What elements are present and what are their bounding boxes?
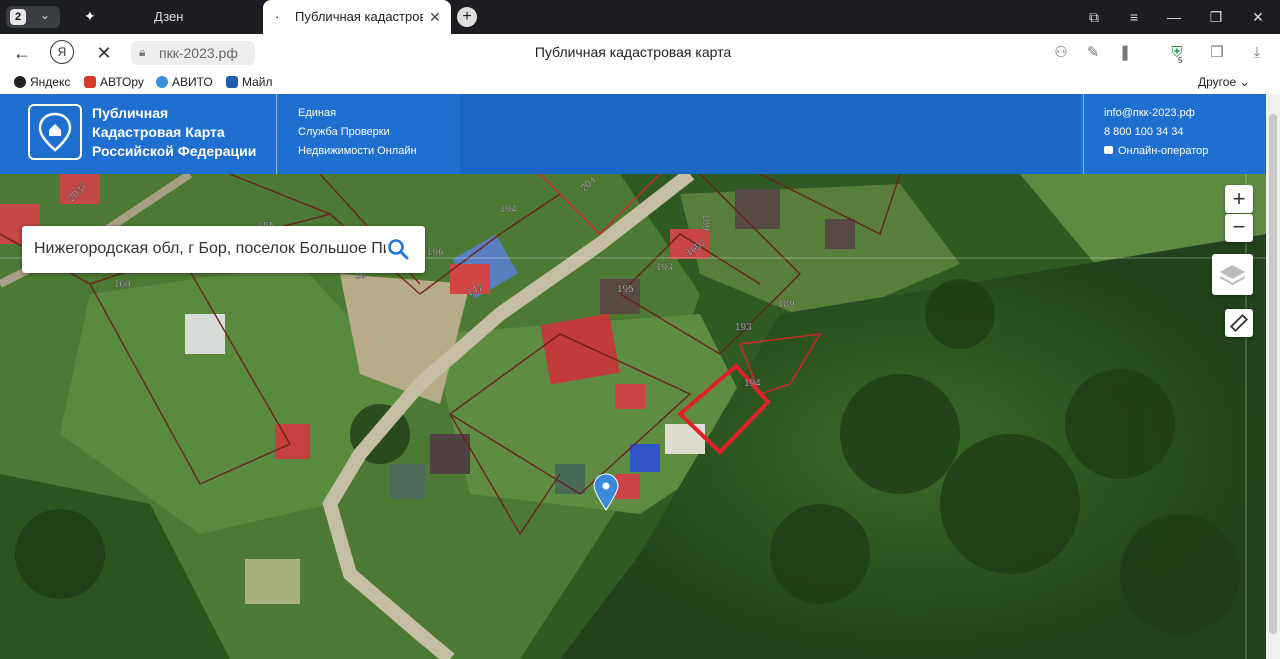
- tab-dzen[interactable]: Дзен: [70, 0, 260, 34]
- parcel-label: 189: [700, 214, 711, 231]
- close-window-button[interactable]: ✕: [1238, 0, 1278, 34]
- menu-icon[interactable]: ≡: [1114, 0, 1154, 34]
- bookmark-mail[interactable]: Майл: [226, 75, 273, 89]
- header-contacts: info@пкк-2023.рф 8 800 100 34 34 Онлайн-…: [1104, 104, 1208, 161]
- bookmark-avito[interactable]: АВИТО: [156, 75, 213, 89]
- search-input[interactable]: Нижегородская обл, г Бор, поселок Большо…: [34, 240, 386, 258]
- parcel-label: 196: [427, 247, 444, 258]
- address-search-box[interactable]: Нижегородская обл, г Бор, поселок Большо…: [22, 226, 425, 273]
- parcel-label: 194: [744, 378, 761, 389]
- protect-shield-icon[interactable]: ⛨ 5: [1166, 43, 1188, 65]
- scrollbar-thumb[interactable]: [1269, 114, 1277, 634]
- online-operator-link[interactable]: Онлайн-оператор: [1104, 142, 1208, 161]
- tabs-collection-icon[interactable]: ⧉: [1074, 0, 1114, 34]
- layers-button[interactable]: [1212, 254, 1253, 295]
- page-title: Публичная кадастровая карта: [534, 44, 732, 60]
- search-icon[interactable]: [386, 237, 410, 261]
- avito-icon: [156, 76, 168, 88]
- contact-email[interactable]: info@пкк-2023.рф: [1104, 104, 1208, 123]
- layers-icon: [1219, 265, 1246, 286]
- tab-label: Публичная кадастровая карта: [295, 9, 423, 24]
- close-tab-icon[interactable]: ✕: [429, 0, 441, 34]
- reader-icon[interactable]: ✎: [1082, 43, 1104, 63]
- parcel-label: 195: [617, 284, 634, 295]
- chevron-down-icon: ⌄: [40, 8, 51, 22]
- restore-button[interactable]: ❐: [1196, 0, 1236, 34]
- bookmark-yandex[interactable]: Яндекс: [14, 75, 70, 89]
- shield-badge: 5: [1178, 56, 1183, 65]
- tab-count: 2: [10, 9, 26, 25]
- bookmarks-other[interactable]: Другое ⌄: [1198, 75, 1250, 89]
- ruler-icon: [1229, 313, 1249, 333]
- new-tab-button[interactable]: +: [457, 7, 477, 27]
- parcel-label: 189: [778, 299, 795, 310]
- header-divider: [276, 94, 277, 174]
- page-scrollbar[interactable]: [1266, 94, 1280, 659]
- parcel-label: 194: [500, 204, 517, 215]
- bookmarks-bar: Яндекс АВТОру АВИТО Майл Другое ⌄: [0, 72, 1280, 94]
- chat-icon: [1104, 146, 1113, 154]
- minimize-button[interactable]: —: [1154, 0, 1194, 34]
- parcel-label: 160: [114, 279, 131, 290]
- chevron-down-icon: ⌄: [1239, 75, 1250, 89]
- bookmark-icon[interactable]: ❚: [1114, 43, 1136, 63]
- browser-tab-strip: 2 ⌄ ✦ Дзен · Публичная кадастровая карта…: [0, 0, 1280, 34]
- favicon-icon: ·: [275, 9, 280, 24]
- avtoru-icon: [84, 76, 96, 88]
- yandex-icon: [14, 76, 26, 88]
- translate-icon[interactable]: ⚇: [1050, 43, 1072, 63]
- tab-label: Дзен: [154, 9, 184, 24]
- header-band: [460, 94, 1080, 174]
- download-icon[interactable]: ⤓: [1246, 43, 1268, 63]
- header-subtitle: Единая Служба Проверки Недвижимости Онла…: [298, 107, 417, 157]
- parcel-label: 193: [656, 262, 673, 273]
- address-bar: ← Я ✕ 🔒︎ пкк-2023.рф Публичная кадастров…: [0, 34, 1280, 72]
- site-header: Публичная Кадастровая Карта Российской Ф…: [0, 94, 1266, 174]
- brand-title[interactable]: Публичная Кадастровая Карта Российской Ф…: [92, 104, 256, 161]
- logo-icon[interactable]: [28, 104, 82, 160]
- zoom-in-button[interactable]: +: [1225, 185, 1253, 213]
- contact-phone[interactable]: 8 800 100 34 34: [1104, 123, 1208, 142]
- tab-active[interactable]: · Публичная кадастровая карта ✕: [263, 0, 451, 34]
- cadastral-map[interactable]: 2037 204 194 189 155 196 16 1697 193 195…: [0, 174, 1266, 659]
- tab-counter-button[interactable]: 2 ⌄: [6, 6, 60, 28]
- ruler-button[interactable]: [1225, 309, 1253, 337]
- bookmark-avtoru[interactable]: АВТОру: [84, 75, 144, 89]
- header-divider: [1083, 94, 1084, 174]
- zoom-out-button[interactable]: −: [1225, 214, 1253, 242]
- mail-icon: [226, 76, 238, 88]
- parcel-label: 193: [735, 322, 752, 333]
- collections-icon[interactable]: ❒: [1206, 43, 1228, 63]
